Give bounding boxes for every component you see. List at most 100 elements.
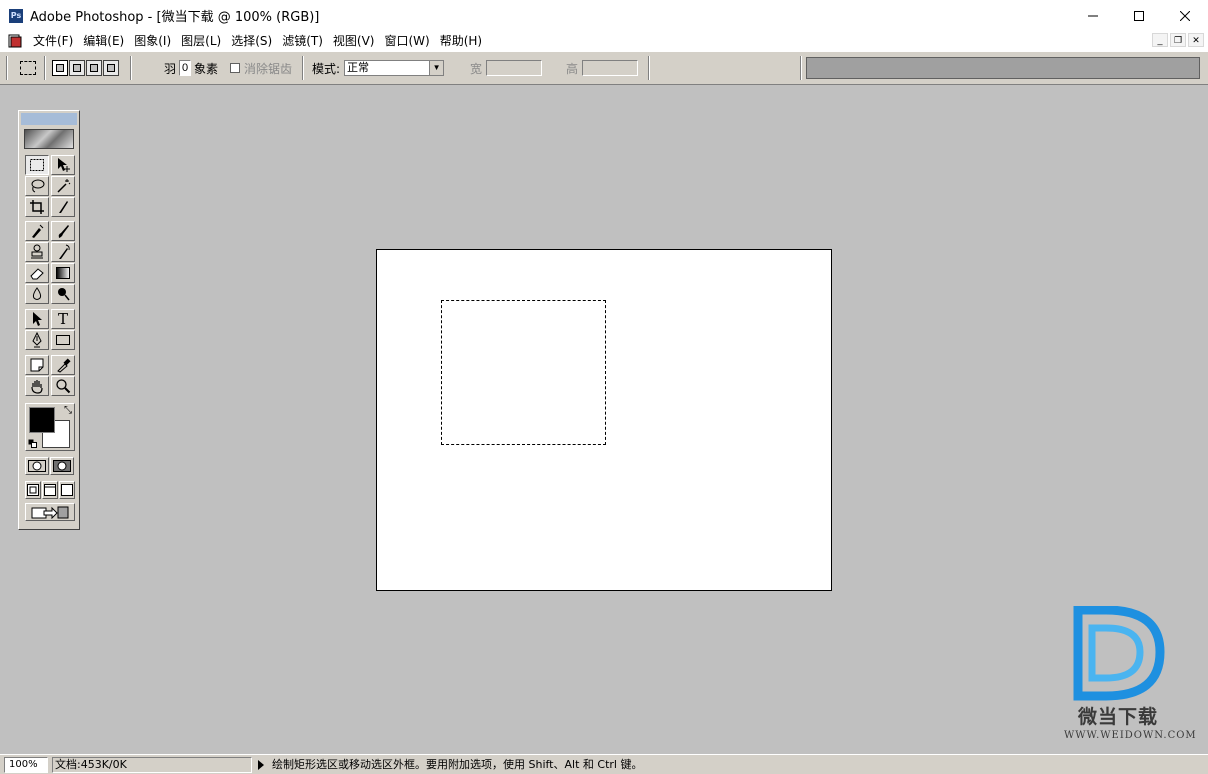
menu-view[interactable]: 视图(V) [328, 31, 380, 51]
status-menu-arrow-icon[interactable] [258, 759, 264, 770]
menu-window[interactable]: 窗口(W) [379, 31, 434, 51]
width-input[interactable] [486, 60, 543, 76]
watermark-url: WWW.WEIDOWN.COM [1064, 730, 1197, 741]
marquee-tool-preset-icon[interactable] [20, 61, 36, 75]
document-canvas[interactable] [376, 249, 832, 591]
tool-hint-text: 绘制矩形选区或移动选区外框。要用附加选项，使用 Shift、Alt 和 Ctrl… [272, 757, 643, 771]
document-size-info: 文档:453K/0K [52, 756, 252, 773]
subtract-from-selection-button[interactable] [86, 60, 102, 76]
hand-tool[interactable] [25, 376, 49, 396]
zoom-tool[interactable] [51, 376, 75, 396]
move-tool[interactable] [51, 155, 75, 175]
zoom-level-input[interactable]: 100% [4, 756, 48, 773]
doc-close-button[interactable]: ✕ [1188, 33, 1204, 47]
eraser-tool[interactable] [25, 263, 49, 283]
full-screen-menu-icon [44, 484, 56, 496]
rectangle-icon [56, 335, 70, 345]
doc-restore-button[interactable]: ❐ [1170, 33, 1186, 47]
feather-unit: 象素 [194, 61, 219, 76]
maximize-button[interactable] [1116, 0, 1162, 31]
dodge-tool[interactable] [51, 284, 75, 304]
document-icon[interactable] [8, 34, 22, 48]
arrow-icon [33, 312, 42, 326]
standard-mode-button[interactable] [25, 457, 49, 475]
swap-colors-icon[interactable]: ⤡ [64, 405, 72, 416]
feather-input[interactable]: 0 [179, 60, 192, 76]
history-brush-tool[interactable] [51, 242, 75, 262]
slice-tool[interactable] [51, 197, 75, 217]
menu-edit[interactable]: 编辑(E) [78, 31, 129, 51]
dodge-icon [58, 288, 70, 301]
slice-knife-icon [59, 201, 68, 213]
height-label: 高 [566, 61, 579, 76]
divider [130, 56, 132, 80]
menu-select[interactable]: 选择(S) [226, 31, 277, 51]
new-selection-button[interactable] [52, 60, 68, 76]
airbrush-tool[interactable] [25, 221, 49, 241]
menu-layer[interactable]: 图层(L) [176, 31, 226, 51]
gradient-icon [56, 267, 70, 279]
jump-to-imageready-button[interactable] [25, 503, 75, 521]
watermark-name: 微当下载 [1078, 706, 1159, 728]
menu-image[interactable]: 图象(I) [129, 31, 176, 51]
menu-file[interactable]: 文件(F) [28, 31, 78, 51]
move-icon [58, 158, 70, 172]
close-icon [1180, 10, 1190, 21]
divider [800, 56, 802, 80]
palette-well[interactable] [806, 57, 1200, 79]
menu-help[interactable]: 帮助(H) [435, 31, 487, 51]
quick-mask-mode-button[interactable] [50, 457, 74, 475]
pen-icon [32, 332, 42, 348]
paintbrush-icon [58, 225, 69, 238]
intersect-selection-button[interactable] [103, 60, 119, 76]
adobe-online-logo-icon[interactable] [24, 129, 74, 149]
add-to-selection-button[interactable] [69, 60, 85, 76]
divider [44, 56, 46, 80]
rectangular-marquee-tool[interactable] [25, 155, 49, 175]
path-selection-tool[interactable] [25, 309, 49, 329]
crop-tool[interactable] [25, 197, 49, 217]
selection-marquee[interactable] [441, 300, 606, 445]
pen-tool[interactable] [25, 330, 49, 350]
menu-filter[interactable]: 滤镜(T) [277, 31, 328, 51]
eyedropper-tool[interactable] [51, 355, 75, 375]
quick-mask-icon [53, 460, 71, 472]
type-icon: T [57, 309, 68, 328]
title-bar: Ps Adobe Photoshop - [微当下载 @ 100% (RGB)] [0, 0, 1208, 31]
document-window-controls: _ ❐ ✕ [1152, 33, 1204, 47]
color-swatches: ⤡ [25, 403, 75, 451]
full-screen-menu-mode-button[interactable] [42, 481, 58, 499]
width-label: 宽 [470, 61, 483, 76]
weidown-watermark: 微当下载 WWW.WEIDOWN.COM [1062, 605, 1196, 746]
close-button[interactable] [1162, 0, 1208, 31]
standard-screen-mode-button[interactable] [25, 481, 41, 499]
full-screen-mode-button[interactable] [59, 481, 75, 499]
default-colors-icon[interactable] [28, 439, 37, 448]
magic-wand-tool[interactable] [51, 176, 75, 196]
toolbox-title-bar[interactable] [21, 113, 77, 125]
rectangle-shape-tool[interactable] [51, 330, 75, 350]
water-drop-icon [32, 287, 42, 300]
foreground-color-swatch[interactable] [29, 407, 55, 433]
type-tool[interactable]: T [51, 309, 75, 329]
doc-minimize-button[interactable]: _ [1152, 33, 1168, 47]
lasso-tool[interactable] [25, 176, 49, 196]
blur-tool[interactable] [25, 284, 49, 304]
minimize-button[interactable] [1070, 0, 1116, 31]
options-gripper[interactable] [6, 56, 8, 80]
paintbrush-tool[interactable] [51, 221, 75, 241]
screen-mode-icon [27, 484, 39, 496]
notes-tool[interactable] [25, 355, 49, 375]
lasso-icon [31, 179, 45, 193]
divider [648, 56, 650, 80]
antialias-checkbox[interactable] [230, 63, 240, 73]
status-bar: 100% 文档:453K/0K 绘制矩形选区或移动选区外框。要用附加选项，使用 … [0, 754, 1208, 774]
gradient-tool[interactable] [51, 263, 75, 283]
eraser-icon [30, 268, 44, 280]
height-input[interactable] [582, 60, 639, 76]
eyedropper-icon [57, 358, 71, 373]
stamp-icon [31, 244, 43, 259]
style-select[interactable]: 正常 ▼ [344, 60, 445, 76]
rubber-stamp-tool[interactable] [25, 242, 49, 262]
chevron-down-icon[interactable]: ▼ [429, 61, 444, 75]
